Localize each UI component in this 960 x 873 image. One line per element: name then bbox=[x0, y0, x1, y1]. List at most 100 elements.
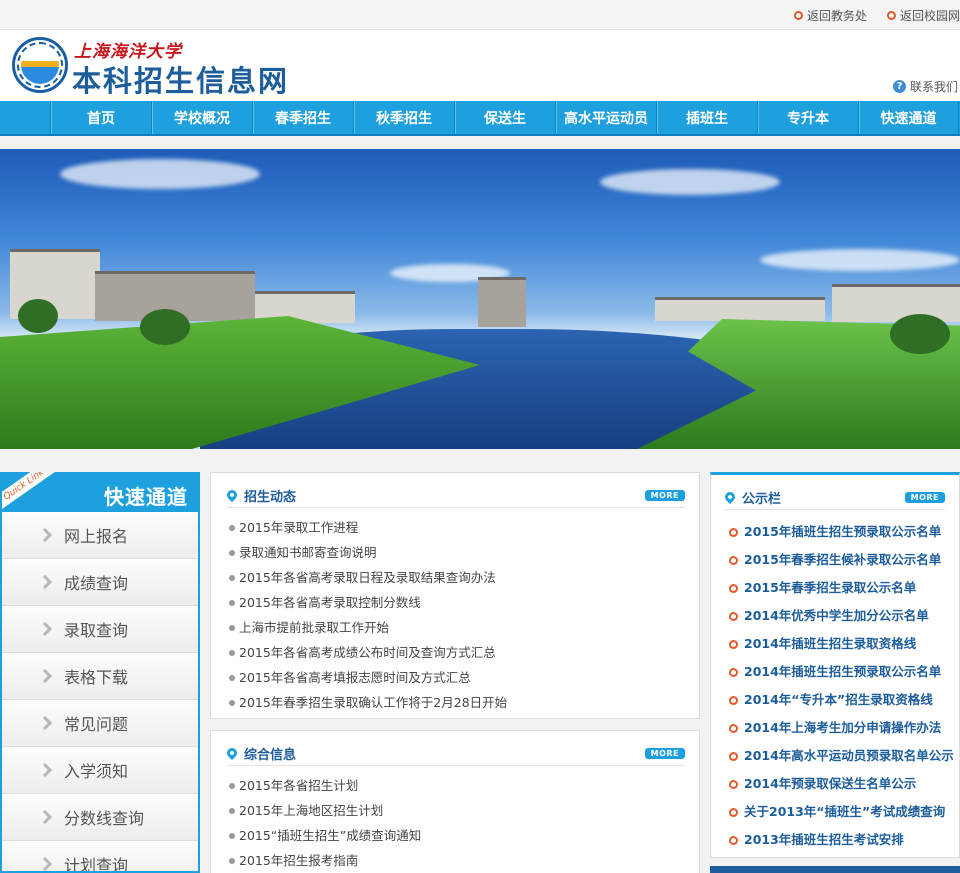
nav-item-spring-admission[interactable]: 春季招生 bbox=[252, 101, 353, 134]
ring-bullet-icon bbox=[729, 779, 738, 789]
top-utility-bar: 返回教务处 返回校园网 bbox=[0, 0, 960, 30]
ring-bullet-icon bbox=[729, 835, 738, 845]
more-button[interactable]: MORE bbox=[644, 489, 685, 501]
quick-item-score-query[interactable]: 成绩查询 bbox=[2, 559, 198, 606]
bullet-dot-icon bbox=[229, 807, 235, 814]
chevron-right-icon bbox=[37, 809, 53, 825]
bullet-dot-icon bbox=[229, 782, 235, 789]
location-pin-icon bbox=[224, 487, 240, 503]
main-nav: 首页 学校概况 春季招生 秋季招生 保送生 高水平运动员 插班生 专升本 快速通… bbox=[0, 101, 960, 136]
location-pin-icon bbox=[224, 745, 240, 761]
quick-item-plan-query[interactable]: 计划查询 bbox=[2, 841, 198, 873]
notice-item[interactable]: 2014年插班生招生预录取公示名单 bbox=[729, 658, 955, 686]
notice-item[interactable]: 2014年“专升本”招生录取资格线 bbox=[729, 686, 955, 714]
list-item[interactable]: 2015年各省高考成绩公布时间及查询方式汇总 bbox=[229, 640, 689, 665]
bullet-dot-icon bbox=[229, 832, 235, 839]
box-title: 招生动态 bbox=[244, 489, 297, 505]
notice-item[interactable]: 2014年预录取保送生名单公示 bbox=[729, 770, 955, 798]
list-item[interactable]: 2015年各省高考录取日程及录取结果查询办法 bbox=[229, 565, 689, 590]
box-title: 综合信息 bbox=[244, 747, 297, 763]
box-header: 公示栏 MORE bbox=[722, 485, 945, 510]
ring-bullet-icon bbox=[729, 695, 738, 705]
notice-item[interactable]: 2014年优秀中学生加分公示名单 bbox=[729, 602, 955, 630]
notice-item[interactable]: 2014年上海考生加分申请操作办法 bbox=[729, 714, 955, 742]
location-pin-icon bbox=[722, 489, 738, 505]
quick-item-form-download[interactable]: 表格下载 bbox=[2, 653, 198, 700]
box-header: 招生动态 MORE bbox=[224, 483, 685, 508]
quick-link-ribbon: Quick Link bbox=[2, 472, 58, 512]
campus-banner-image bbox=[0, 149, 960, 449]
admission-news-box: 招生动态 MORE 2015年录取工作进程 录取通知书邮寄查询说明 2015年各… bbox=[210, 472, 700, 719]
contact-label: 联系我们 bbox=[909, 80, 958, 94]
notice-list: 2015年插班生招生预录取公示名单 2015年春季招生候补录取公示名单 2015… bbox=[729, 518, 955, 854]
bullet-dot-icon bbox=[229, 649, 235, 656]
list-item[interactable]: 上海市提前批录取工作开始 bbox=[229, 615, 689, 640]
quick-item-label: 计划查询 bbox=[64, 856, 129, 873]
quick-item-label: 表格下载 bbox=[64, 668, 129, 687]
notice-item[interactable]: 关于2013年“插班生”考试成绩查询 bbox=[729, 798, 955, 826]
bullet-dot-icon bbox=[229, 699, 235, 706]
list-item[interactable]: 录取通知书邮寄查询说明 bbox=[229, 540, 689, 565]
quick-item-label: 网上报名 bbox=[64, 527, 129, 546]
list-item[interactable]: 2015年各省高考录取控制分数线 bbox=[229, 590, 689, 615]
quick-item-label: 录取查询 bbox=[64, 621, 129, 640]
list-item[interactable]: 2015年招生报考指南 bbox=[229, 848, 689, 873]
notice-item[interactable]: 2014年插班生招生录取资格线 bbox=[729, 630, 955, 658]
ring-bullet-icon bbox=[886, 11, 896, 20]
nav-item-upgrade[interactable]: 专升本 bbox=[757, 101, 858, 134]
chevron-right-icon bbox=[37, 762, 53, 778]
back-to-academic-affairs-link[interactable]: 返回教务处 bbox=[793, 7, 867, 24]
quick-item-label: 常见问题 bbox=[64, 715, 129, 734]
list-item[interactable]: 2015年春季招生录取确认工作将于2月28日开始 bbox=[229, 690, 689, 715]
ring-bullet-icon bbox=[729, 611, 738, 621]
info-list: 2015年各省招生计划 2015年上海地区招生计划 2015“插班生招生”成绩查… bbox=[229, 773, 689, 873]
list-item[interactable]: 2015“插班生招生”成绩查询通知 bbox=[229, 823, 689, 848]
general-info-box: 综合信息 MORE 2015年各省招生计划 2015年上海地区招生计划 2015… bbox=[210, 730, 700, 873]
ring-bullet-icon bbox=[729, 723, 738, 733]
ring-bullet-icon bbox=[793, 11, 803, 20]
nav-item-transfer[interactable]: 插班生 bbox=[656, 101, 757, 134]
university-seal-logo[interactable] bbox=[12, 37, 68, 93]
nav-item-about[interactable]: 学校概况 bbox=[151, 101, 252, 134]
nav-item-recommended[interactable]: 保送生 bbox=[454, 101, 555, 134]
ring-bullet-icon bbox=[729, 527, 738, 537]
nav-item-athletes[interactable]: 高水平运动员 bbox=[555, 101, 656, 134]
more-button[interactable]: MORE bbox=[644, 747, 685, 759]
back-to-campus-link[interactable]: 返回校园网 bbox=[886, 7, 960, 24]
ring-bullet-icon bbox=[729, 555, 738, 565]
nav-item-quick[interactable]: 快速通道 bbox=[858, 101, 959, 134]
list-item[interactable]: 2015年各省高考填报志愿时间及方式汇总 bbox=[229, 665, 689, 690]
list-item[interactable]: 2015年上海地区招生计划 bbox=[229, 798, 689, 823]
quick-item-label: 分数线查询 bbox=[64, 809, 145, 828]
list-item[interactable]: 2015年录取工作进程 bbox=[229, 515, 689, 540]
chevron-right-icon bbox=[37, 856, 53, 871]
notice-item[interactable]: 2015年春季招生录取公示名单 bbox=[729, 574, 955, 602]
more-button[interactable]: MORE bbox=[904, 491, 945, 503]
ring-bullet-icon bbox=[729, 583, 738, 593]
ring-bullet-icon bbox=[729, 667, 738, 677]
quick-links-header: Quick Link 快速通道 bbox=[2, 472, 198, 512]
box-header: 综合信息 MORE bbox=[224, 741, 685, 766]
quick-links-title: 快速通道 bbox=[104, 485, 188, 509]
quick-item-admission-query[interactable]: 录取查询 bbox=[2, 606, 198, 653]
link-label: 返回教务处 bbox=[806, 9, 867, 23]
nav-item-autumn-admission[interactable]: 秋季招生 bbox=[353, 101, 454, 134]
site-header: 上海海洋大学 本科招生信息网 ? 联系我们 bbox=[0, 30, 960, 101]
notice-item[interactable]: 2014年高水平运动员预录取名单公示 bbox=[729, 742, 955, 770]
help-circle-icon: ? bbox=[892, 80, 906, 93]
quick-item-faq[interactable]: 常见问题 bbox=[2, 700, 198, 747]
quick-item-enrollment-notes[interactable]: 入学须知 bbox=[2, 747, 198, 794]
chevron-right-icon bbox=[37, 715, 53, 731]
notice-item[interactable]: 2015年春季招生候补录取公示名单 bbox=[729, 546, 955, 574]
quick-item-online-registration[interactable]: 网上报名 bbox=[2, 512, 198, 559]
nav-item-home[interactable]: 首页 bbox=[50, 101, 151, 134]
quick-item-cutoff-query[interactable]: 分数线查询 bbox=[2, 794, 198, 841]
contact-us-link[interactable]: ? 联系我们 bbox=[892, 78, 958, 95]
link-label: 返回校园网 bbox=[899, 9, 960, 23]
chevron-right-icon bbox=[37, 621, 53, 637]
chevron-right-icon bbox=[37, 527, 53, 543]
list-item[interactable]: 2015年各省招生计划 bbox=[229, 773, 689, 798]
notice-item[interactable]: 2015年插班生招生预录取公示名单 bbox=[729, 518, 955, 546]
notice-board: 公示栏 MORE 2015年插班生招生预录取公示名单 2015年春季招生候补录取… bbox=[710, 472, 960, 858]
notice-item[interactable]: 2013年插班生招生考试安排 bbox=[729, 826, 955, 854]
